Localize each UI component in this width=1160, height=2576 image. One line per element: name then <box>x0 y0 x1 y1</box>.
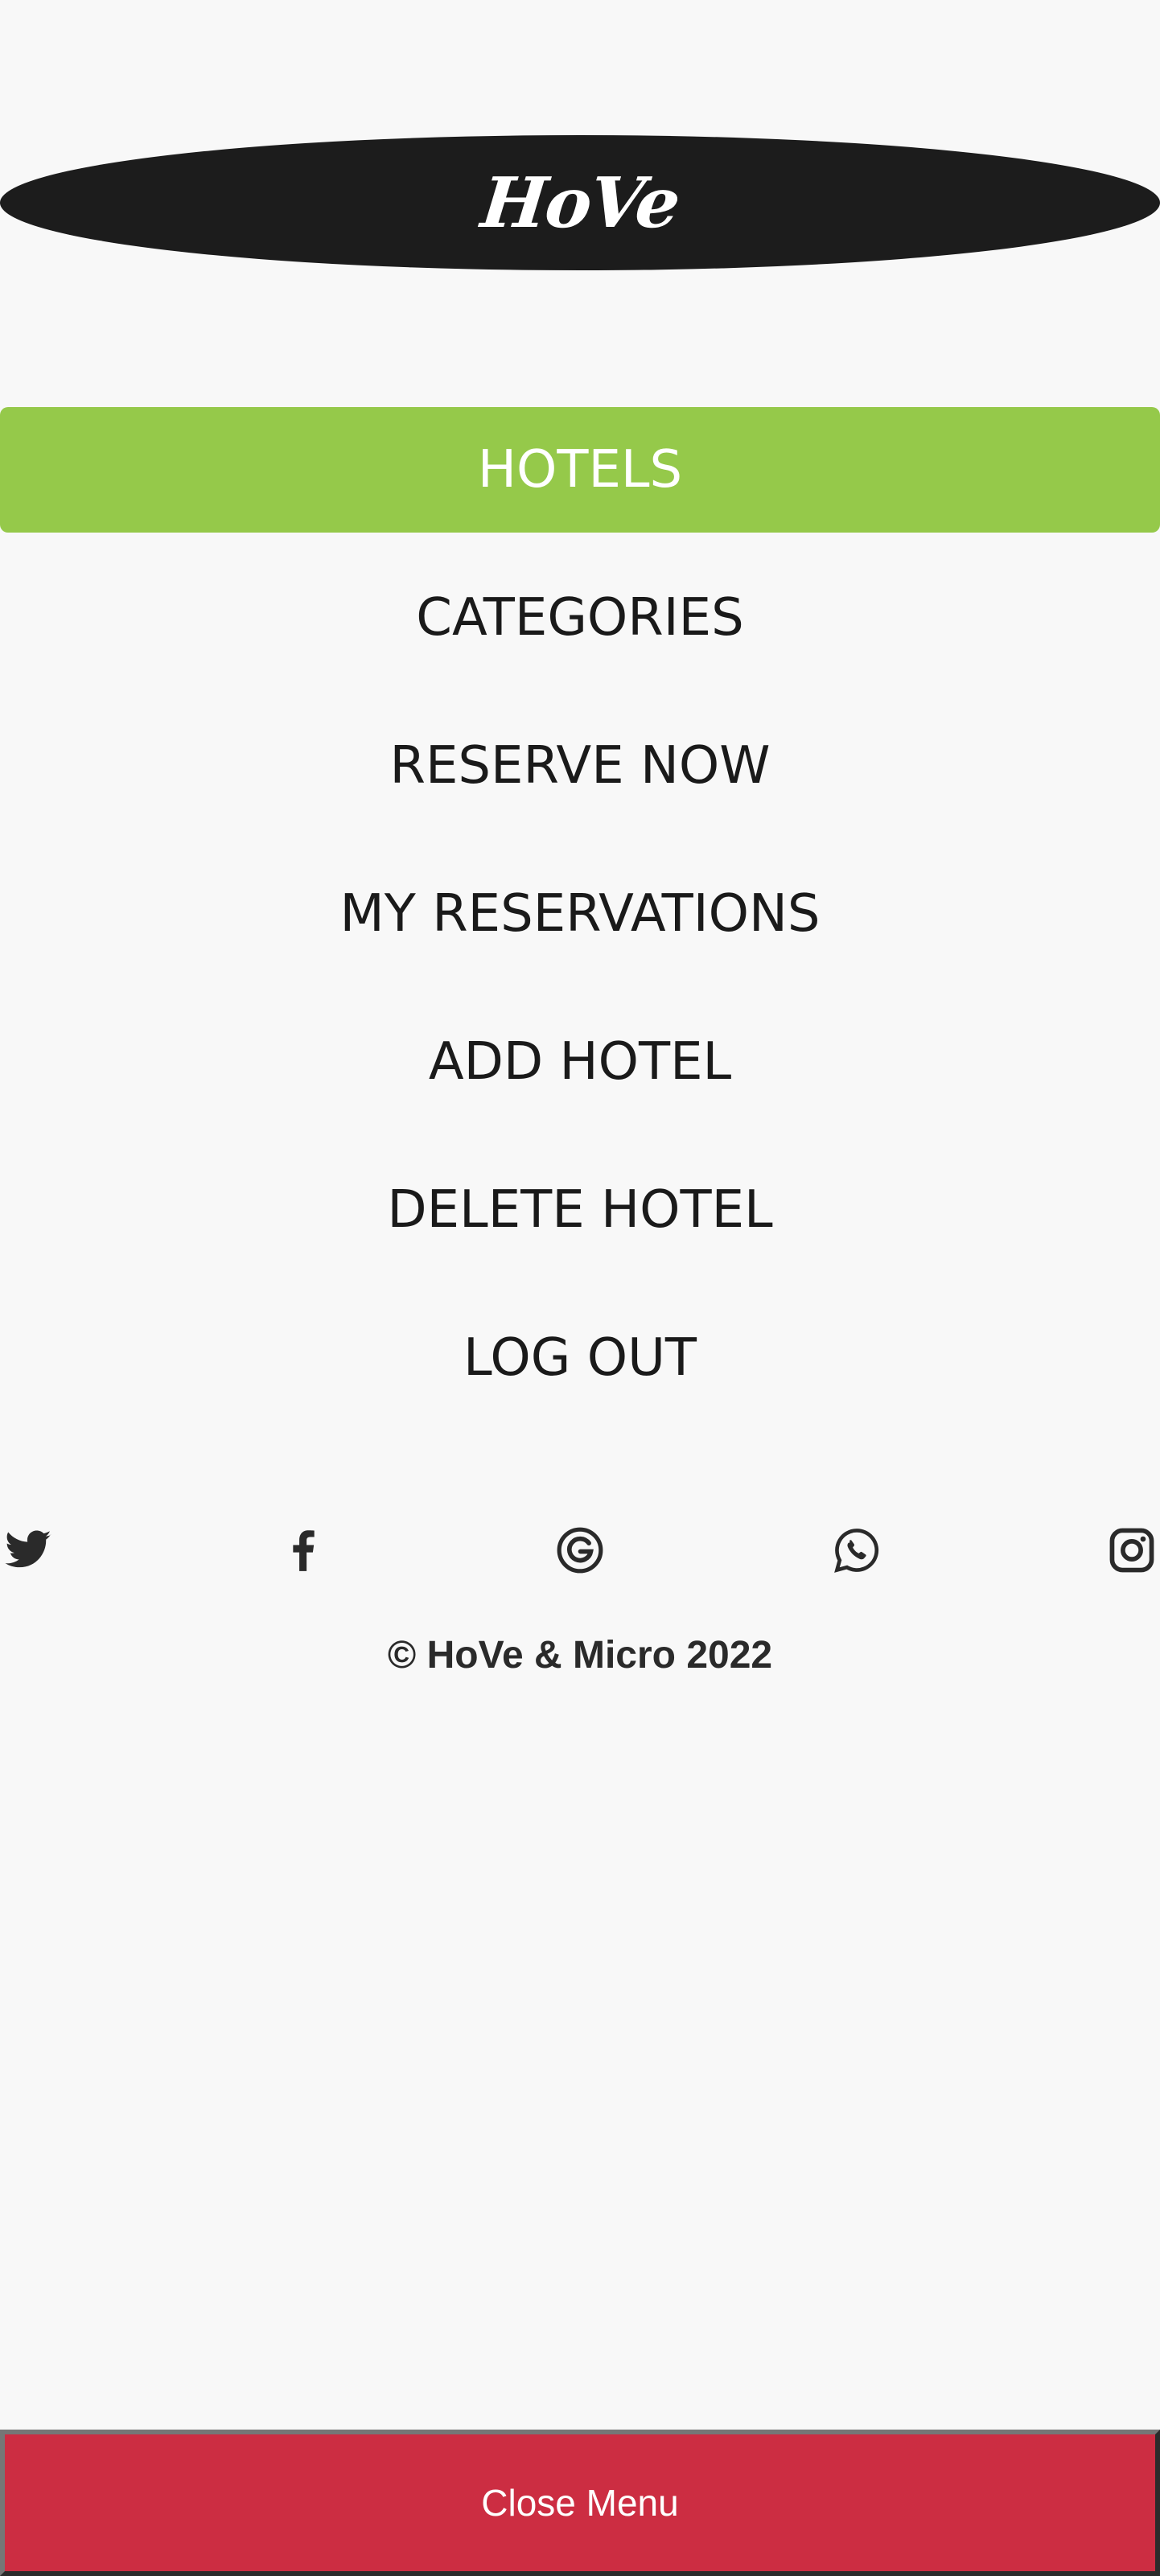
nav-item-hotels[interactable]: HOTELS <box>0 407 1160 533</box>
nav-item-add-hotel[interactable]: ADD HOTEL <box>0 999 1160 1125</box>
instagram-icon[interactable] <box>1104 1522 1160 1578</box>
copyright-text: © HoVe & Micro 2022 <box>387 1634 773 1677</box>
social-links <box>0 1522 1160 1578</box>
nav-item-reserve-now[interactable]: RESERVE NOW <box>0 703 1160 829</box>
facebook-icon[interactable] <box>275 1522 331 1578</box>
nav-item-categories[interactable]: CATEGORIES <box>0 555 1160 681</box>
nav-item-delete-hotel[interactable]: DELETE HOTEL <box>0 1147 1160 1273</box>
nav-item-my-reservations[interactable]: MY RESERVATIONS <box>0 851 1160 977</box>
google-icon[interactable] <box>552 1522 608 1578</box>
logo-text: HoVe <box>477 162 683 244</box>
main-nav-menu: HOTELS CATEGORIES RESERVE NOW MY RESERVA… <box>0 407 1160 1443</box>
close-menu-button[interactable]: Close Menu <box>0 2430 1160 2576</box>
whatsapp-icon[interactable] <box>829 1522 885 1578</box>
twitter-icon[interactable] <box>0 1522 56 1578</box>
nav-item-log-out[interactable]: LOG OUT <box>0 1295 1160 1421</box>
logo-banner[interactable]: HoVe <box>0 135 1160 270</box>
